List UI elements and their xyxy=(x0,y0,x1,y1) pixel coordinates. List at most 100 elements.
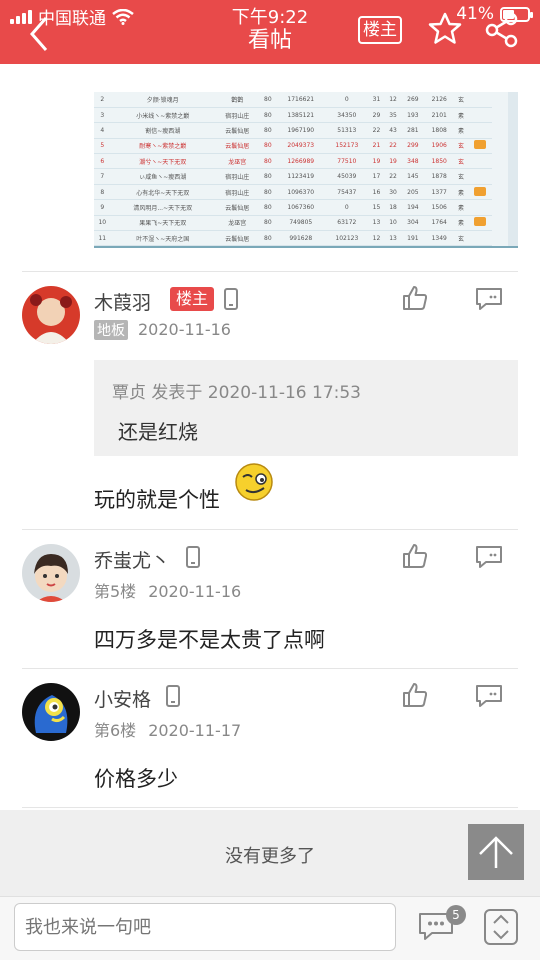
table-cell: 80 xyxy=(259,230,277,246)
table-cell: 素 xyxy=(454,122,468,139)
table-cell: 80 xyxy=(259,184,277,201)
table-cell: 1878 xyxy=(424,168,455,185)
thumbs-up-icon[interactable] xyxy=(402,543,428,569)
table-cell: 299 xyxy=(401,138,425,155)
table-cell: 素 xyxy=(454,199,468,216)
back-to-top-button[interactable] xyxy=(468,824,524,880)
thumbs-up-icon[interactable] xyxy=(402,285,428,311)
table-cell: 7 xyxy=(94,168,111,185)
post-date: 2020-11-17 xyxy=(148,721,242,740)
table-cell: 194 xyxy=(401,199,425,216)
table-cell: 鹳鹳 xyxy=(214,92,260,108)
table-cell: 小米线ヽ~紫禁之巅 xyxy=(110,107,215,124)
table-cell: 8 xyxy=(94,184,111,201)
table-row: 6 潮兮ヽ~天下无双 龙巫宫 80 1266989 77510 19 19 348 1850 玄 xyxy=(94,153,492,170)
avatar[interactable] xyxy=(22,544,80,602)
avatar[interactable] xyxy=(22,286,80,344)
table-cell xyxy=(467,107,492,124)
table-cell: 1096370 xyxy=(276,184,326,201)
reply-comment-icon[interactable] xyxy=(474,544,504,570)
table-cell: 281 xyxy=(401,122,425,139)
table-cell: 1808 xyxy=(424,122,455,139)
share-icon[interactable] xyxy=(484,12,520,48)
table-cell xyxy=(467,199,492,216)
reply-comment-icon[interactable] xyxy=(474,683,504,709)
table-cell: 34350 xyxy=(325,107,369,124)
table-cell: 清风明月...~天下无双 xyxy=(110,199,215,216)
table-cell: 4 xyxy=(94,122,111,139)
table-cell: 耐寒ヽ~紫禁之巅 xyxy=(110,138,215,155)
table-cell: 31 xyxy=(368,92,385,108)
table-cell: 叶不湿ヽ~天府之国 xyxy=(110,230,215,246)
table-cell: 玄 xyxy=(454,138,468,155)
owner-only-button[interactable]: 楼主 xyxy=(358,16,402,44)
table-cell: 75437 xyxy=(325,184,369,201)
table-cell: 304 xyxy=(401,215,425,232)
table-cell: 素 xyxy=(454,215,468,232)
table-cell: 心有北华~天下无双 xyxy=(110,184,215,201)
table-row: 2 夕颜·锁魂月 鹳鹳 80 1716621 0 31 12 269 2126 玄 xyxy=(94,92,492,108)
table-cell: 10 xyxy=(384,215,402,232)
avatar-image-icon xyxy=(22,286,80,344)
table-cell: 9 xyxy=(94,199,111,216)
table-cell: 80 xyxy=(259,199,277,216)
username[interactable]: 乔蚩尤丶 xyxy=(94,546,170,573)
table-cell: 21 xyxy=(368,138,385,155)
table-cell: 152173 xyxy=(325,138,369,155)
table-row: 8 心有北华~天下无双 宿羽山庄 80 1096370 75437 16 30 205 1377 素 xyxy=(94,184,492,201)
table-cell: 2049373 xyxy=(276,138,326,155)
table-cell xyxy=(467,168,492,185)
smirk-emoji-icon xyxy=(235,463,273,501)
table-cell: 269 xyxy=(401,92,425,108)
table-cell: 12 xyxy=(384,92,402,108)
bottom-bar: 5 xyxy=(0,896,540,960)
table-row: 10 果果飞~天下无双 龙巫宫 80 749805 63172 13 10 304 1764 素 xyxy=(94,215,492,232)
star-icon[interactable] xyxy=(428,12,462,46)
thumbs-up-icon[interactable] xyxy=(402,682,428,708)
table-cell: 22 xyxy=(368,122,385,139)
table-row: 11 叶不湿ヽ~天府之国 云鬟仙居 80 991628 102123 12 13 191 1349… xyxy=(94,230,492,246)
table-cell: 145 xyxy=(401,168,425,185)
table-cell: 77510 xyxy=(325,153,369,170)
username[interactable]: 木葭羽 xyxy=(94,288,151,315)
table-row: 9 清风明月...~天下无双 云鬟仙居 80 1067360 0 15 18 194 1506 素 xyxy=(94,199,492,216)
page-jump-button[interactable] xyxy=(484,909,518,945)
table-cell: 素 xyxy=(454,107,468,124)
table-cell: 51313 xyxy=(325,122,369,139)
table-cell: 15 xyxy=(368,199,385,216)
avatar[interactable] xyxy=(22,683,80,741)
post-content: 四万多是不是太贵了点啊 xyxy=(94,628,325,652)
mobile-device-icon xyxy=(224,288,238,310)
table-cell: 玄 xyxy=(454,153,468,170)
table-cell: 割信~瘦西湖 xyxy=(110,122,215,139)
table-cell: 3 xyxy=(94,107,111,124)
end-of-list-area: 没有更多了 xyxy=(0,810,540,896)
like-badge-icon xyxy=(473,140,486,150)
floor-label: 地板 xyxy=(94,320,128,340)
table-cell: 果果飞~天下无双 xyxy=(110,215,215,232)
table-cell: 云鬟仙居 xyxy=(214,230,260,246)
table-cell xyxy=(467,122,492,139)
avatar-image-icon xyxy=(22,683,80,741)
table-cell: 宿羽山庄 xyxy=(214,168,260,185)
table-cell: 1067360 xyxy=(276,199,326,216)
table-cell: 35 xyxy=(384,107,402,124)
table-cell: 1385121 xyxy=(276,107,326,124)
table-row: 5 耐寒ヽ~紫禁之巅 云鬟仙居 80 2049373 152173 21 22 299 1906 玄 xyxy=(94,138,492,155)
table-cell: 2126 xyxy=(424,92,455,108)
table-cell: 1764 xyxy=(424,215,455,232)
table-cell: 193 xyxy=(401,107,425,124)
table-cell: 6 xyxy=(94,153,111,170)
table-cell: 205 xyxy=(401,184,425,201)
divider xyxy=(22,529,518,530)
username[interactable]: 小安格 xyxy=(94,685,151,712)
avatar-image-icon xyxy=(22,544,80,602)
reply-comment-icon[interactable] xyxy=(474,286,504,312)
reply-input[interactable] xyxy=(14,903,396,951)
divider xyxy=(22,668,518,669)
post-content: 玩的就是个性 xyxy=(94,488,220,512)
ranking-screenshot-image[interactable]: 2 夕颜·锁魂月 鹳鹳 80 1716621 0 31 12 269 2126 玄 3 小米线ヽ~紫禁之… xyxy=(94,92,518,248)
owner-badge: 楼主 xyxy=(170,287,214,311)
table-cell: ぃ咸鱼ヽ~瘦西湖 xyxy=(110,168,215,185)
chevron-up-down-icon xyxy=(493,914,509,940)
